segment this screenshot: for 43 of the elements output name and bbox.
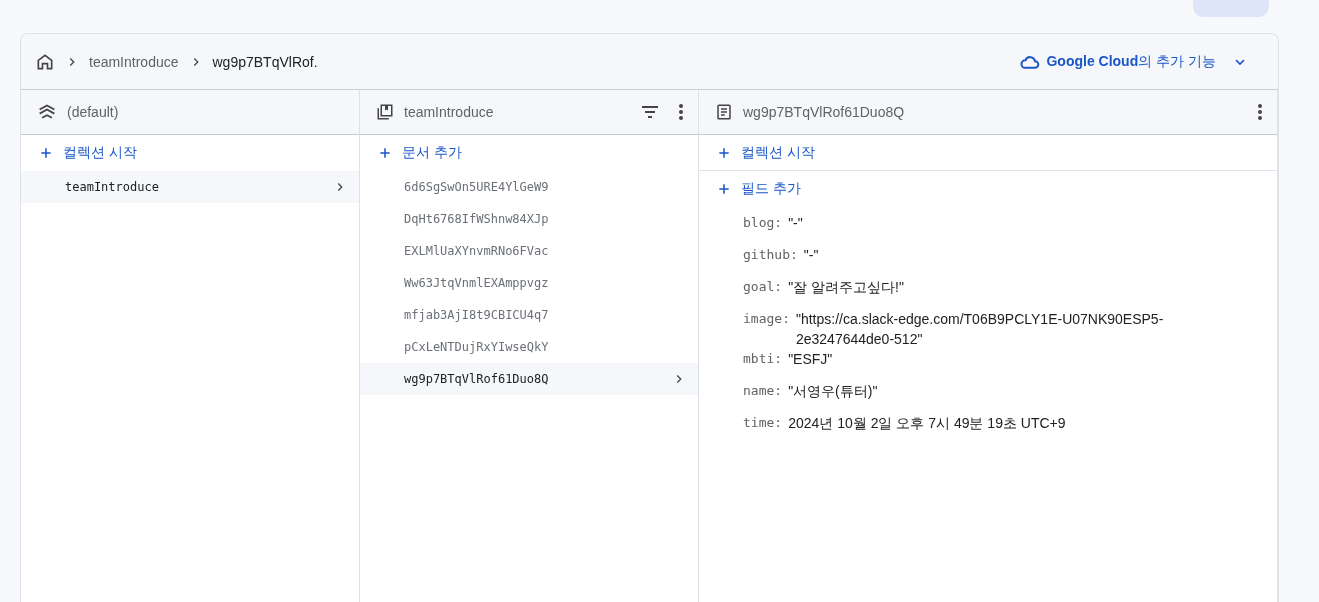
add-field-button[interactable]: 필드 추가 bbox=[699, 171, 1277, 207]
add-button[interactable]: 문서 추가 bbox=[360, 135, 698, 171]
field-key: mbti: bbox=[743, 349, 783, 369]
cloud-menu-button[interactable]: Google Cloud의 추가 기능 bbox=[1014, 51, 1254, 72]
field-key: goal: bbox=[743, 277, 783, 297]
column-title: wg9p7BTqVlRof61Duo8Q bbox=[743, 104, 906, 120]
list-item[interactable]: pCxLeNTDujRxYIwseQkY bbox=[360, 331, 698, 363]
plus-icon bbox=[378, 146, 392, 160]
field-key: image: bbox=[743, 309, 790, 329]
add-button[interactable]: 컬렉션 시작 bbox=[21, 135, 359, 171]
more-icon[interactable] bbox=[1257, 103, 1263, 121]
list-item[interactable]: DqHt6768IfWShnw84XJp bbox=[360, 203, 698, 235]
filter-icon[interactable] bbox=[640, 104, 660, 120]
plus-icon bbox=[717, 145, 731, 160]
field-key: time: bbox=[743, 413, 783, 433]
field-key: github: bbox=[743, 245, 798, 265]
layers-icon bbox=[37, 103, 57, 121]
field-value: "ESFJ" bbox=[788, 350, 833, 369]
list-item[interactable]: Ww63JtqVnmlEXAmppvgz bbox=[360, 267, 698, 299]
list-item[interactable]: mfjab3AjI8t9CBICU4q7 bbox=[360, 299, 698, 331]
cloud-icon bbox=[1020, 53, 1041, 70]
field-key: name: bbox=[743, 381, 783, 401]
more-icon[interactable] bbox=[678, 103, 684, 121]
column-title: teamIntroduce bbox=[404, 104, 495, 120]
list-item[interactable]: 6d6SgSwOn5URE4YlGeW9 bbox=[360, 171, 698, 203]
list-item[interactable]: teamIntroduce bbox=[21, 171, 359, 203]
field-value: 2024년 10월 2일 오후 7시 49분 19초 UTC+9 bbox=[788, 414, 1066, 433]
breadcrumb-link[interactable]: wg9p7BTqVlRof. bbox=[212, 53, 318, 70]
collection-icon bbox=[376, 103, 394, 121]
plus-icon bbox=[39, 146, 53, 160]
column-title: (default) bbox=[67, 104, 120, 120]
field-value: "서영우(튜터)" bbox=[788, 382, 878, 401]
list-item[interactable]: EXLMlUaXYnvmRNo6FVac bbox=[360, 235, 698, 267]
breadcrumb-link[interactable]: teamIntroduce bbox=[89, 53, 179, 70]
document-icon bbox=[715, 103, 733, 121]
field-value: "-" bbox=[803, 246, 819, 265]
field-key: blog: bbox=[743, 213, 783, 233]
plus-icon bbox=[717, 182, 731, 196]
field-value: "https://ca.slack-edge.com/T06B9PCLY1E-U07NK90ESP5-2e3247644de0-512" bbox=[795, 310, 1165, 349]
list-item[interactable]: wg9p7BTqVlRof61Duo8Q bbox=[360, 363, 698, 395]
add-button[interactable]: 컬렉션 시작 bbox=[699, 135, 1277, 171]
field-value: "-" bbox=[788, 214, 803, 233]
field-value: "잘 알려주고싶다!" bbox=[788, 278, 904, 297]
